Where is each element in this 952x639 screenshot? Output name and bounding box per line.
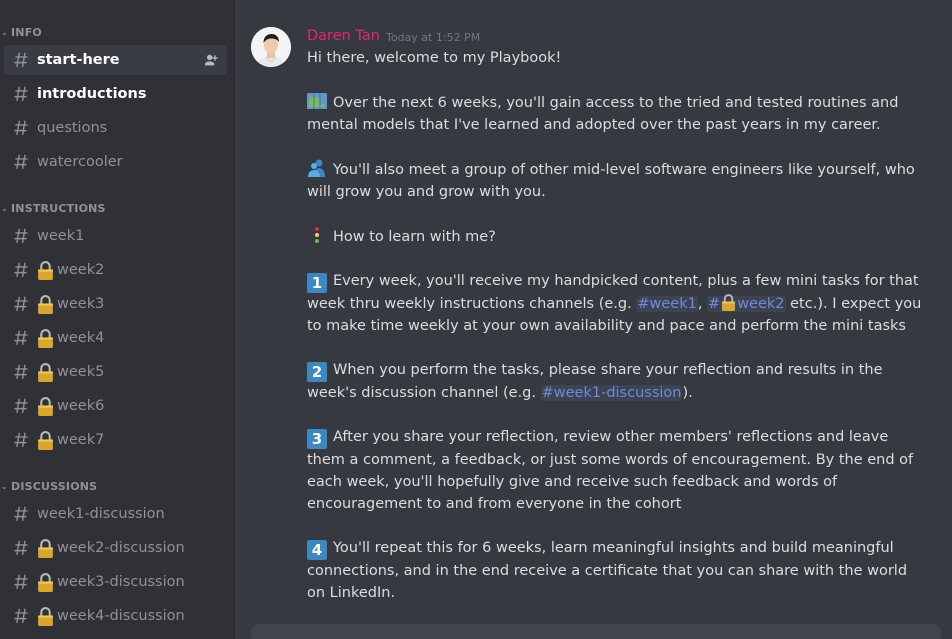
- message-composer[interactable]: [251, 624, 941, 639]
- message-paragraph: Over the next 6 weeks, you'll gain acces…: [307, 91, 927, 136]
- channel-sidebar: ⌄ INFO start-here introductions question…: [0, 0, 234, 639]
- hashtag-icon: [12, 398, 37, 415]
- number-badge: 3: [307, 429, 327, 449]
- hashtag-icon: [12, 262, 37, 279]
- hashtag-icon: [12, 52, 37, 69]
- channel-week3-discussion[interactable]: week3-discussion: [4, 567, 227, 597]
- channel-week4[interactable]: week4: [4, 323, 227, 353]
- category-info[interactable]: ⌄ INFO: [0, 24, 42, 40]
- lock-icon: [37, 538, 54, 558]
- number-badge: 1: [307, 273, 327, 293]
- category-instructions[interactable]: ⌄ INSTRUCTIONS: [0, 200, 106, 216]
- lock-icon: [37, 328, 54, 348]
- hashtag-icon: [12, 296, 37, 313]
- channel-mention-week2[interactable]: # week2: [707, 294, 786, 312]
- message-content: Hi there, welcome to my Playbook! Over t…: [307, 47, 927, 626]
- hashtag-icon: [12, 506, 37, 523]
- message-paragraph: 1 Every week, you'll receive my handpicke…: [307, 273, 922, 334]
- message-paragraph: 4 You'll repeat this for 6 weeks, learn m…: [307, 540, 908, 601]
- channel-week3[interactable]: week3: [4, 289, 227, 319]
- lock-icon: [37, 260, 54, 280]
- channel-week2-discussion[interactable]: week2-discussion: [4, 533, 227, 563]
- lock-icon: [37, 606, 54, 626]
- channel-introductions[interactable]: introductions: [4, 79, 227, 109]
- lock-icon: [722, 294, 736, 311]
- map-emoji: [307, 93, 327, 109]
- channel-mention-week1-discussion[interactable]: #week1-discussion: [540, 385, 683, 401]
- channel-week6[interactable]: week6: [4, 391, 227, 421]
- message-paragraph: 3 After you share your reflection, review…: [307, 429, 914, 512]
- lock-icon: [37, 430, 54, 450]
- number-badge: 2: [307, 362, 327, 382]
- lock-icon: [37, 294, 54, 314]
- chevron-down-icon: ⌄: [1, 481, 8, 491]
- hashtag-icon: [12, 120, 37, 137]
- hashtag-icon: [12, 228, 37, 245]
- channel-start-here[interactable]: start-here: [4, 45, 227, 75]
- hashtag-icon: [12, 86, 37, 103]
- add-member-icon[interactable]: [203, 52, 219, 68]
- lock-icon: [37, 572, 54, 592]
- hashtag-icon: [12, 432, 37, 449]
- hashtag-icon: [12, 364, 37, 381]
- channel-questions[interactable]: questions: [4, 113, 227, 143]
- channel-watercooler[interactable]: watercooler: [4, 147, 227, 177]
- traffic-light-emoji: [314, 225, 320, 245]
- lock-icon: [37, 362, 54, 382]
- message-paragraph: You'll also meet a group of other mid-le…: [307, 158, 927, 203]
- category-discussions[interactable]: ⌄ DISCUSSIONS: [0, 478, 97, 494]
- people-emoji: [308, 159, 325, 177]
- chevron-down-icon: ⌄: [1, 27, 8, 37]
- hashtag-icon: [12, 574, 37, 591]
- lock-icon: [37, 396, 54, 416]
- hashtag-icon: [12, 540, 37, 557]
- message-paragraph: How to learn with me?: [307, 225, 927, 248]
- chat-area: Daren Tan Today at 1:52 PM Hi there, wel…: [235, 0, 952, 639]
- hashtag-icon: [12, 154, 37, 171]
- hashtag-icon: [12, 330, 37, 347]
- channel-week5[interactable]: week5: [4, 357, 227, 387]
- message-timestamp: Today at 1:52 PM: [386, 31, 481, 44]
- chevron-down-icon: ⌄: [1, 203, 8, 213]
- channel-week7[interactable]: week7: [4, 425, 227, 455]
- number-badge: 4: [307, 540, 327, 560]
- message-author[interactable]: Daren Tan: [307, 28, 380, 44]
- avatar[interactable]: [251, 27, 291, 67]
- channel-week1[interactable]: week1: [4, 221, 227, 251]
- hashtag-icon: [12, 608, 37, 625]
- channel-week1-discussion[interactable]: week1-discussion: [4, 499, 227, 529]
- channel-week2[interactable]: week2: [4, 255, 227, 285]
- message-greeting: Hi there, welcome to my Playbook!: [307, 50, 562, 66]
- channel-mention-week1[interactable]: #week1: [636, 296, 698, 312]
- channel-week4-discussion[interactable]: week4-discussion: [4, 601, 227, 631]
- message-paragraph: 2 When you perform the tasks, please shar…: [307, 362, 883, 401]
